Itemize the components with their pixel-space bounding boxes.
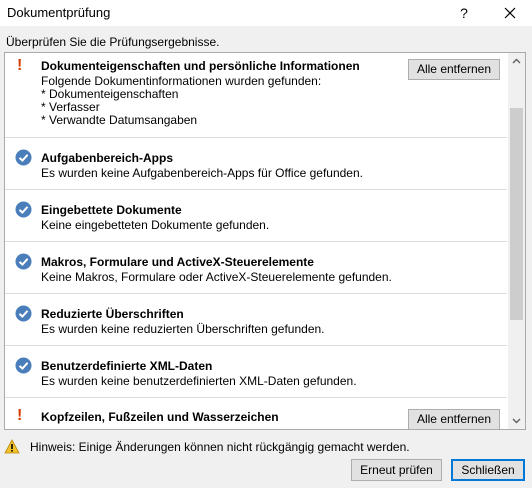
result-title: Benutzerdefinierte XML-Daten [41, 359, 213, 373]
checkmark-circle-icon [15, 253, 32, 270]
checkmark-circle-icon [15, 357, 32, 374]
title-bar: Dokumentprüfung ? [0, 0, 532, 26]
help-button[interactable]: ? [450, 1, 478, 25]
result-row-collapsed-headings: Reduzierte Überschriften Es wurden keine… [5, 294, 507, 346]
hint-text: Hinweis: Einige Änderungen können nicht … [30, 440, 410, 454]
remove-all-button[interactable]: Alle entfernen [408, 409, 500, 429]
warning-exclamation-icon: ! [17, 57, 23, 74]
result-row-taskpane-apps: Aufgabenbereich-Apps Es wurden keine Auf… [5, 138, 507, 190]
result-description: Folgende Dokumentinformationen wurden ge… [41, 74, 322, 127]
scroll-up-arrow-icon[interactable] [508, 53, 525, 70]
scroll-down-arrow-icon[interactable] [508, 412, 525, 429]
close-button[interactable]: Schließen [451, 459, 525, 481]
result-title: Aufgabenbereich-Apps [41, 151, 174, 165]
checkmark-circle-icon [15, 201, 32, 218]
result-row-macros: Makros, Formulare und ActiveX-Steuerelem… [5, 242, 507, 294]
vertical-scrollbar[interactable] [508, 53, 525, 429]
dialog-subtitle: Überprüfen Sie die Prüfungsergebnisse. [6, 35, 220, 49]
result-description: Keine Makros, Formulare oder ActiveX-Ste… [41, 270, 392, 284]
warning-triangle-icon [4, 439, 20, 454]
result-description: Es wurden keine benutzerdefinierten XML-… [41, 374, 357, 388]
result-description: Es wurden keine reduzierten Überschrifte… [41, 322, 325, 336]
results-list: ! Dokumenteigenschaften und persönliche … [4, 52, 526, 430]
warning-exclamation-icon: ! [17, 407, 23, 424]
checkmark-circle-icon [15, 149, 32, 166]
result-title: Dokumenteigenschaften und persönliche In… [41, 59, 360, 73]
close-window-button[interactable] [492, 1, 528, 25]
scroll-thumb[interactable] [510, 108, 523, 320]
result-description: Keine eingebetteten Dokumente gefunden. [41, 218, 270, 232]
result-row-headers-footers: ! Kopfzeilen, Fußzeilen und Wasserzeiche… [5, 398, 507, 429]
result-row-document-properties: ! Dokumenteigenschaften und persönliche … [5, 53, 507, 138]
result-description: Es wurden keine Aufgabenbereich-Apps für… [41, 166, 363, 180]
result-title: Reduzierte Überschriften [41, 307, 184, 321]
result-row-embedded-documents: Eingebettete Dokumente Keine eingebettet… [5, 190, 507, 242]
result-row-custom-xml: Benutzerdefinierte XML-Daten Es wurden k… [5, 346, 507, 398]
recheck-button[interactable]: Erneut prüfen [351, 459, 442, 481]
window-title: Dokumentprüfung [7, 5, 111, 20]
close-icon [504, 7, 516, 19]
result-title: Kopfzeilen, Fußzeilen und Wasserzeichen [41, 410, 279, 424]
checkmark-circle-icon [15, 305, 32, 322]
remove-all-button[interactable]: Alle entfernen [408, 59, 500, 80]
result-title: Eingebettete Dokumente [41, 203, 182, 217]
result-title: Makros, Formulare und ActiveX-Steuerelem… [41, 255, 314, 269]
